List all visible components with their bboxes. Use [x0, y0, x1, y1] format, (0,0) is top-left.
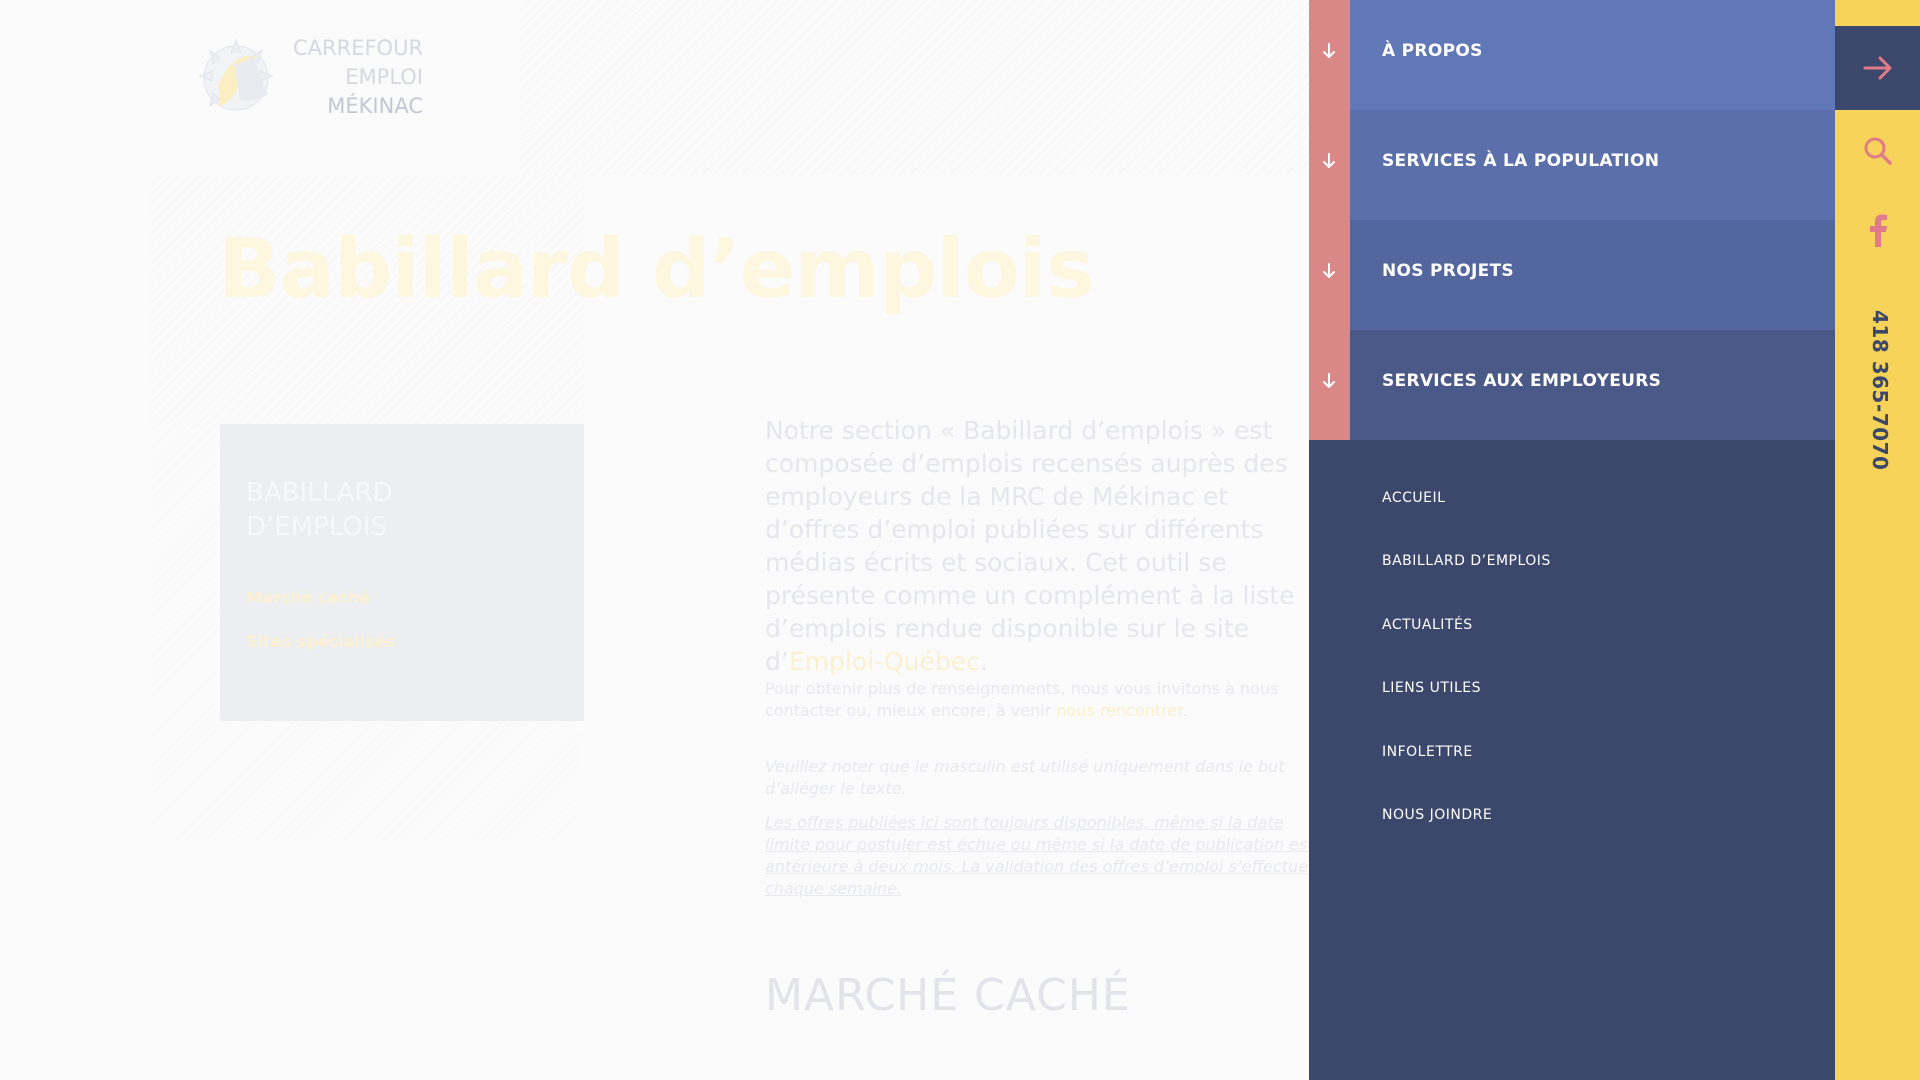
- search-button[interactable]: [1862, 135, 1894, 167]
- phone-number[interactable]: 418 365-7070: [1868, 310, 1892, 470]
- menu-link-liens-utiles[interactable]: LIENS UTILES: [1382, 680, 1481, 696]
- menu-item-label: NOS PROJETS: [1382, 261, 1514, 281]
- arrow-down-icon: [1323, 263, 1335, 278]
- intro-text-end: .: [979, 647, 988, 676]
- sidebar-title: BABILLARD D’EMPLOIS: [246, 476, 546, 544]
- utility-rail: [1835, 0, 1920, 1080]
- menu-link-nous-joindre[interactable]: NOUS JOINDRE: [1382, 807, 1492, 823]
- contact-text: Pour obtenir plus de renseignements, nou…: [765, 679, 1279, 720]
- expand-toggle[interactable]: [1309, 330, 1350, 440]
- contact-text-end: .: [1182, 701, 1188, 720]
- intro-paragraph: Notre section « Babillard d’emplois » es…: [765, 414, 1325, 678]
- gender-note: Veuillez noter que le masculin est utili…: [765, 757, 1285, 798]
- menu-link-babillard[interactable]: BABILLARD D’EMPLOIS: [1382, 553, 1551, 569]
- arrow-down-icon: [1323, 43, 1335, 58]
- arrow-down-icon: [1323, 153, 1335, 168]
- menu-item-nos-projets[interactable]: NOS PROJETS: [1309, 220, 1835, 330]
- emploi-quebec-link[interactable]: Emploi-Québec: [789, 647, 980, 676]
- contact-paragraph: Pour obtenir plus de renseignements, nou…: [765, 678, 1325, 722]
- menu-link-infolettre[interactable]: INFOLETTRE: [1382, 744, 1473, 760]
- logo-line: MÉKINAC: [327, 94, 423, 118]
- menu-item-label: À PROPOS: [1382, 41, 1483, 61]
- facebook-button[interactable]: [1866, 214, 1890, 248]
- close-menu-button[interactable]: [1835, 26, 1920, 110]
- logo-line: CARREFOUR: [293, 36, 424, 60]
- expand-toggle[interactable]: [1309, 110, 1350, 220]
- menu-link-accueil[interactable]: ACCUEIL: [1382, 490, 1445, 506]
- menu-item-a-propos[interactable]: À PROPOS: [1309, 0, 1835, 110]
- nous-rencontrer-link[interactable]: nous rencontrer: [1056, 701, 1182, 720]
- sidebar-link-sites-specialises[interactable]: Sites spécialisés: [246, 632, 395, 651]
- search-icon: [1864, 137, 1892, 165]
- site-logo[interactable]: CARREFOUR EMPLOI MÉKINAC: [188, 34, 438, 124]
- menu-item-services-employeurs[interactable]: SERVICES AUX EMPLOYEURS: [1309, 330, 1835, 440]
- expand-toggle[interactable]: [1309, 0, 1350, 110]
- navigation-menu: À PROPOS SERVICES À LA POPULATION NOS PR…: [1309, 0, 1835, 1080]
- sun-logo-icon: [198, 38, 274, 111]
- arrow-down-icon: [1323, 373, 1335, 388]
- logo-text: CARREFOUR EMPLOI MÉKINAC: [293, 34, 423, 121]
- sidebar-title-line: BABILLARD: [246, 478, 393, 508]
- menu-link-actualites[interactable]: ACTUALITÉS: [1382, 617, 1473, 633]
- section-title: MARCHÉ CACHÉ: [765, 970, 1131, 1021]
- sidebar-subnav: BABILLARD D’EMPLOIS Marché caché Sites s…: [220, 424, 584, 721]
- menu-item-services-population[interactable]: SERVICES À LA POPULATION: [1309, 110, 1835, 220]
- arrow-right-icon: [1863, 56, 1892, 80]
- logo-line: EMPLOI: [345, 65, 423, 89]
- decorative-pattern: [520, 0, 1320, 175]
- expand-toggle[interactable]: [1309, 220, 1350, 330]
- menu-item-label: SERVICES À LA POPULATION: [1382, 151, 1660, 171]
- facebook-icon: [1870, 214, 1887, 247]
- sidebar-link-marche-cache[interactable]: Marché caché: [246, 588, 370, 607]
- sidebar-title-line: D’EMPLOIS: [246, 512, 388, 542]
- menu-item-label: SERVICES AUX EMPLOYEURS: [1382, 371, 1662, 391]
- intro-text: Notre section « Babillard d’emplois » es…: [765, 416, 1295, 676]
- offers-note: Les offres publiées ici sont toujours di…: [765, 813, 1314, 898]
- page-title: Babillard d’emplois: [218, 222, 1095, 317]
